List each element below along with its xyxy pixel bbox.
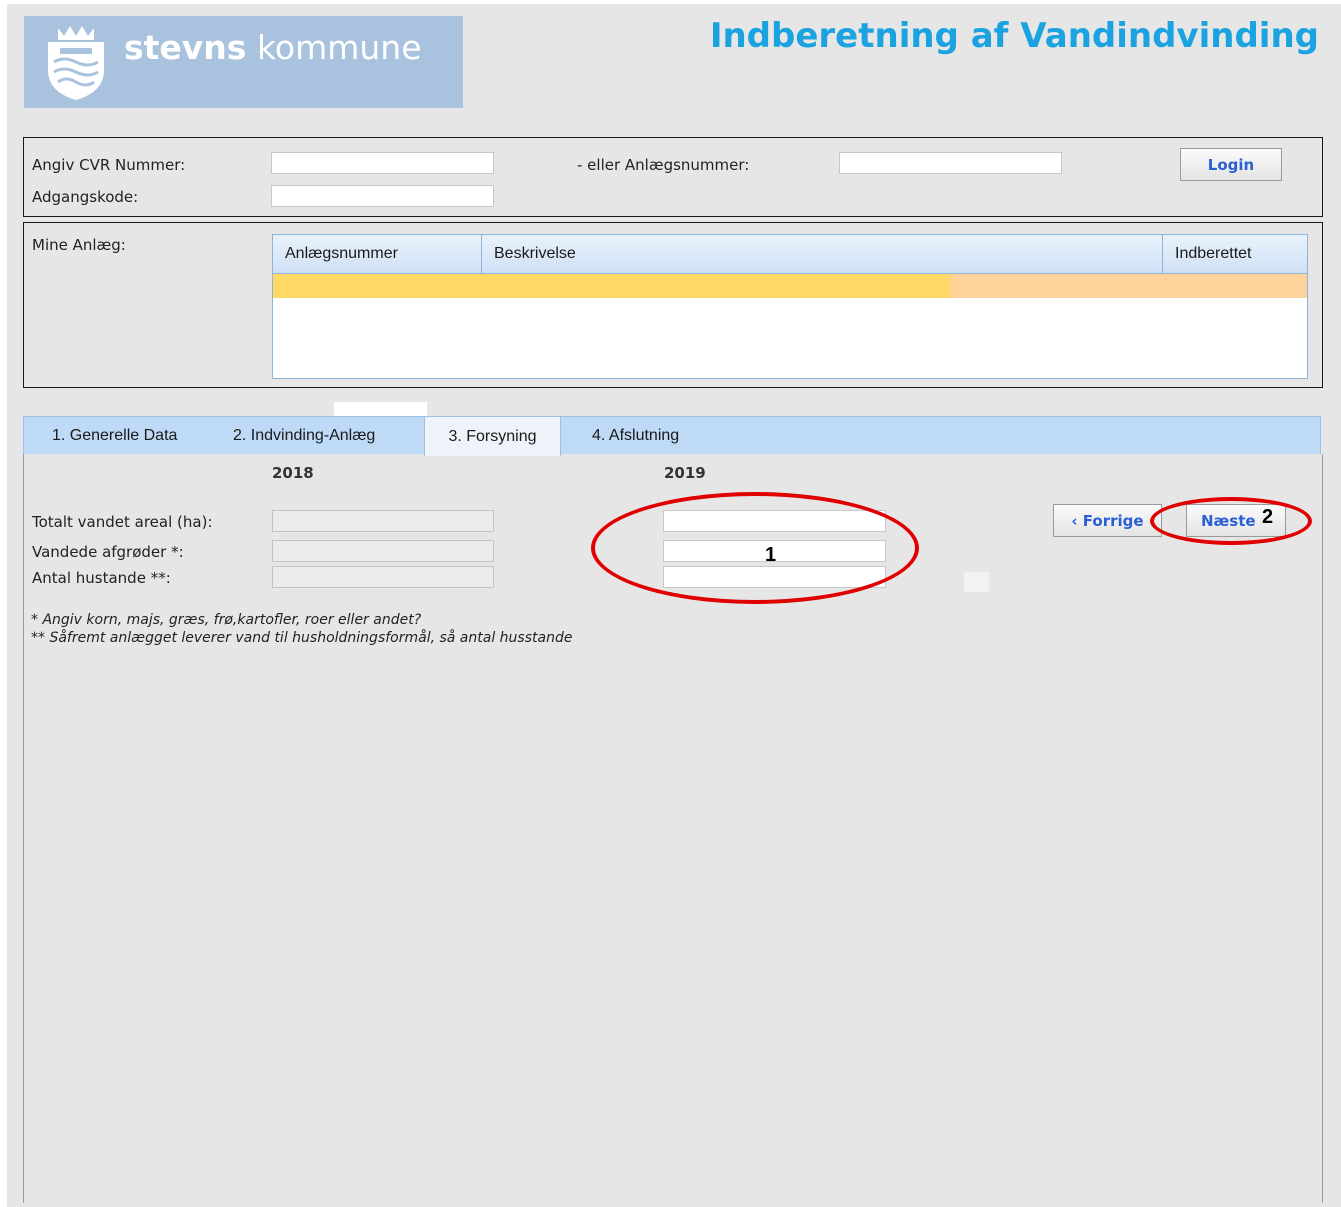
note-crops: * Angiv korn, majs, græs, frø,kartofler,… bbox=[31, 612, 422, 628]
total-area-label: Totalt vandet areal (ha): bbox=[32, 513, 213, 531]
shield-crown-icon bbox=[48, 26, 104, 100]
annotation-label-2: 2 bbox=[1262, 506, 1274, 528]
app-title: Indberetning af Vandindvinding bbox=[709, 16, 1319, 56]
note-households: ** Såfremt anlægget leverer vand til hus… bbox=[31, 630, 573, 646]
tab-bar: 1. Generelle Data 2. Indvinding-Anlæg 3.… bbox=[23, 416, 1321, 456]
password-input[interactable] bbox=[271, 185, 494, 207]
annotation-ellipse-1 bbox=[591, 492, 919, 604]
crops-2018-field bbox=[272, 540, 494, 562]
year-curr-header: 2019 bbox=[664, 464, 706, 482]
login-panel bbox=[23, 137, 1323, 217]
tab-forsyning[interactable]: 3. Forsyning bbox=[424, 416, 561, 456]
column-beskrivelse[interactable]: Beskrivelse bbox=[482, 235, 1163, 273]
households-label: Antal hustande **: bbox=[32, 569, 171, 587]
blank-strip bbox=[334, 402, 427, 417]
tab-afslutning[interactable]: 4. Afslutning bbox=[592, 417, 679, 455]
cvr-input[interactable] bbox=[271, 152, 494, 174]
previous-button[interactable]: ‹ Forrige bbox=[1053, 504, 1162, 537]
small-placeholder bbox=[964, 572, 989, 592]
anlaeg-grid: Anlægsnummer Beskrivelse Indberettet bbox=[272, 234, 1308, 379]
anlaeg-label: - eller Anlægsnummer: bbox=[577, 156, 750, 174]
tab-generelle-data[interactable]: 1. Generelle Data bbox=[52, 417, 177, 455]
mine-anlaeg-label: Mine Anlæg: bbox=[32, 236, 126, 254]
column-indberettet[interactable]: Indberettet bbox=[1163, 235, 1307, 273]
households-2018-field bbox=[272, 566, 494, 588]
password-label: Adgangskode: bbox=[32, 188, 139, 206]
stevns-logo: stevns kommune bbox=[24, 16, 463, 108]
column-anlaegsnummer[interactable]: Anlægsnummer bbox=[273, 235, 482, 273]
crops-label: Vandede afgrøder *: bbox=[32, 543, 184, 561]
tab-indvinding-anlaeg[interactable]: 2. Indvinding-Anlæg bbox=[233, 417, 375, 455]
table-row-selected[interactable] bbox=[273, 274, 1307, 298]
anlaeg-input[interactable] bbox=[839, 152, 1062, 174]
annotation-label-1: 1 bbox=[765, 544, 777, 566]
total-area-2018-field bbox=[272, 510, 494, 532]
grid-header: Anlægsnummer Beskrivelse Indberettet bbox=[273, 235, 1307, 274]
cvr-label: Angiv CVR Nummer: bbox=[32, 156, 186, 174]
login-button[interactable]: Login bbox=[1180, 148, 1282, 181]
annotation-ellipse-2 bbox=[1150, 497, 1312, 545]
logo-wordmark: stevns kommune bbox=[124, 28, 422, 67]
year-prev-header: 2018 bbox=[272, 464, 314, 482]
